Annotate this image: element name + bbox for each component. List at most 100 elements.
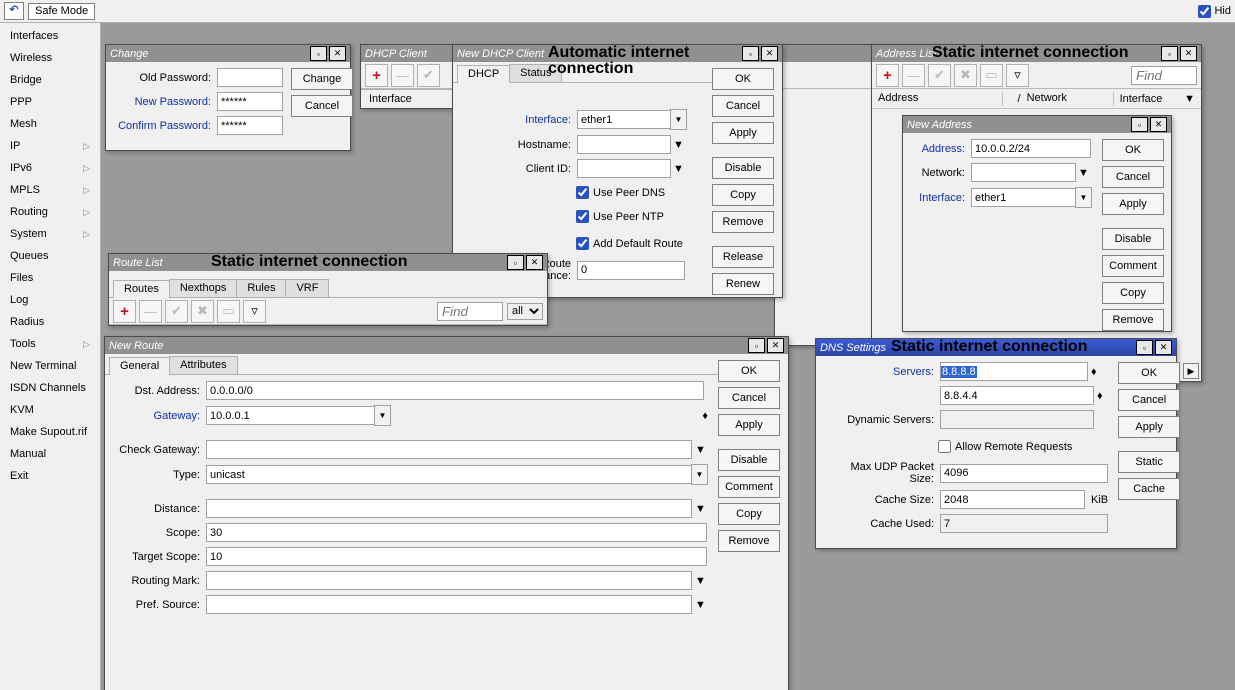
close-icon[interactable]: ✕ xyxy=(761,46,778,61)
tab-rules[interactable]: Rules xyxy=(236,279,286,297)
chevron-down-icon[interactable]: ▼ xyxy=(695,444,706,456)
sidebar-item-kvm[interactable]: KVM xyxy=(0,399,100,421)
sidebar-item-manual[interactable]: Manual xyxy=(0,443,100,465)
sidebar-item-files[interactable]: Files xyxy=(0,267,100,289)
remove-icon[interactable]: — xyxy=(902,64,925,87)
minimize-icon[interactable]: ▫ xyxy=(507,255,524,270)
hostname-input[interactable] xyxy=(577,135,671,154)
chevron-down-icon[interactable]: ▼ xyxy=(695,575,706,587)
chevron-down-icon[interactable]: ▼ xyxy=(695,599,706,611)
comment-icon[interactable]: ▭ xyxy=(980,64,1003,87)
default-route-distance-input[interactable] xyxy=(577,261,685,280)
filter-select[interactable]: all xyxy=(507,303,543,320)
sidebar-item-interfaces[interactable]: Interfaces xyxy=(0,25,100,47)
chevron-down-icon[interactable]: ▼ xyxy=(374,405,391,426)
cancel-button[interactable]: Cancel xyxy=(712,95,774,117)
sidebar-item-new-terminal[interactable]: New Terminal xyxy=(0,355,100,377)
close-icon[interactable]: ✕ xyxy=(329,46,346,61)
apply-button[interactable]: Apply xyxy=(1102,193,1164,215)
remove-icon[interactable]: — xyxy=(139,300,162,323)
tab-dhcp[interactable]: DHCP xyxy=(457,65,510,83)
close-icon[interactable]: ✕ xyxy=(1150,117,1167,132)
sidebar-item-queues[interactable]: Queues xyxy=(0,245,100,267)
find-input[interactable] xyxy=(1131,66,1197,85)
interface-combo[interactable] xyxy=(577,110,670,129)
disable-icon[interactable]: ✖ xyxy=(191,300,214,323)
disable-button[interactable]: Disable xyxy=(712,157,774,179)
sidebar-item-wireless[interactable]: Wireless xyxy=(0,47,100,69)
minimize-icon[interactable]: ▫ xyxy=(1131,117,1148,132)
remove-button[interactable]: Remove xyxy=(712,211,774,233)
sidebar-item-tools[interactable]: Tools▷ xyxy=(0,333,100,355)
ok-button[interactable]: OK xyxy=(1102,139,1164,161)
use-peer-dns-checkbox[interactable] xyxy=(576,186,589,199)
add-icon[interactable]: + xyxy=(876,64,899,87)
cache-size-input[interactable] xyxy=(940,490,1085,509)
chevron-down-icon[interactable]: ▼ xyxy=(1078,167,1089,179)
minimize-icon[interactable]: ▫ xyxy=(310,46,327,61)
comment-icon[interactable]: ▭ xyxy=(217,300,240,323)
hide-passwords-checkbox[interactable] xyxy=(1198,5,1211,18)
sidebar-item-bridge[interactable]: Bridge xyxy=(0,69,100,91)
tab-attributes[interactable]: Attributes xyxy=(169,356,237,374)
comment-button[interactable]: Comment xyxy=(718,476,780,498)
copy-button[interactable]: Copy xyxy=(712,184,774,206)
column-header-interface[interactable]: Interface xyxy=(1120,93,1176,105)
distance-input[interactable] xyxy=(206,499,692,518)
safe-mode-button[interactable]: Safe Mode xyxy=(28,3,95,20)
check-gateway-input[interactable] xyxy=(206,440,692,459)
chevron-down-icon[interactable]: ▼ xyxy=(673,139,684,151)
spinner-icon[interactable]: ♦ xyxy=(702,410,708,422)
minimize-icon[interactable]: ▫ xyxy=(742,46,759,61)
ok-button[interactable]: OK xyxy=(1118,362,1180,384)
sidebar-item-isdn-channels[interactable]: ISDN Channels xyxy=(0,377,100,399)
minimize-icon[interactable]: ▫ xyxy=(1136,340,1153,355)
dns-server-1-input[interactable]: 8.8.8.8 xyxy=(940,362,1088,381)
undo-button[interactable]: ↶ xyxy=(4,2,24,20)
filter-icon[interactable]: ▿ xyxy=(1006,64,1029,87)
chevron-down-icon[interactable]: ▼ xyxy=(1075,187,1092,208)
sidebar-item-make-supout-rif[interactable]: Make Supout.rif xyxy=(0,421,100,443)
old-password-input[interactable] xyxy=(217,68,283,87)
apply-button[interactable]: Apply xyxy=(1118,416,1180,438)
scope-input[interactable] xyxy=(206,523,707,542)
sidebar-item-ip[interactable]: IP▷ xyxy=(0,135,100,157)
minimize-icon[interactable]: ▫ xyxy=(748,338,765,353)
add-icon[interactable]: + xyxy=(365,64,388,87)
client-id-input[interactable] xyxy=(577,159,671,178)
sidebar-item-exit[interactable]: Exit xyxy=(0,465,100,487)
disable-icon[interactable]: ✖ xyxy=(954,64,977,87)
allow-remote-requests-checkbox[interactable] xyxy=(938,440,951,453)
cancel-button[interactable]: Cancel xyxy=(1118,389,1180,411)
apply-button[interactable]: Apply xyxy=(718,414,780,436)
spinner-icon[interactable]: ♦ xyxy=(1091,366,1097,378)
chevron-down-icon[interactable]: ▼ xyxy=(1184,93,1195,105)
remove-button[interactable]: Remove xyxy=(718,530,780,552)
chevron-down-icon[interactable]: ▼ xyxy=(695,503,706,515)
copy-button[interactable]: Copy xyxy=(718,503,780,525)
sidebar-item-system[interactable]: System▷ xyxy=(0,223,100,245)
dst-address-input[interactable] xyxy=(206,381,704,400)
chevron-down-icon[interactable]: ▼ xyxy=(691,464,708,485)
interface-combo[interactable] xyxy=(971,188,1075,207)
sidebar-item-routing[interactable]: Routing▷ xyxy=(0,201,100,223)
type-combo[interactable] xyxy=(206,465,691,484)
enable-icon[interactable]: ✔ xyxy=(928,64,951,87)
minimize-icon[interactable]: ▫ xyxy=(1161,46,1178,61)
remove-icon[interactable]: — xyxy=(391,64,414,87)
comment-button[interactable]: Comment xyxy=(1102,255,1164,277)
tab-nexthops[interactable]: Nexthops xyxy=(169,279,237,297)
enable-icon[interactable]: ✔ xyxy=(165,300,188,323)
target-scope-input[interactable] xyxy=(206,547,707,566)
add-default-route-checkbox[interactable] xyxy=(576,237,589,250)
ok-button[interactable]: OK xyxy=(718,360,780,382)
routing-mark-input[interactable] xyxy=(206,571,692,590)
new-password-input[interactable] xyxy=(217,92,283,111)
tab-vrf[interactable]: VRF xyxy=(285,279,329,297)
column-header-network[interactable]: Network xyxy=(1027,92,1114,106)
max-udp-input[interactable] xyxy=(940,464,1108,483)
remove-button[interactable]: Remove xyxy=(1102,309,1164,331)
change-button[interactable]: Change xyxy=(291,68,353,90)
renew-button[interactable]: Renew xyxy=(712,273,774,295)
confirm-password-input[interactable] xyxy=(217,116,283,135)
